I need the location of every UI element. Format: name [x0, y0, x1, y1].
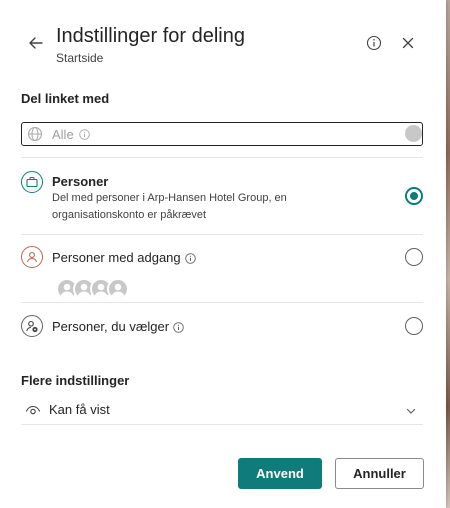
page-subtitle: Startside — [56, 51, 104, 65]
permission-dropdown[interactable]: Kan få vist — [21, 396, 423, 424]
apply-button[interactable]: Anvend — [238, 458, 322, 489]
divider — [21, 157, 423, 158]
divider — [21, 302, 423, 303]
option-alle-label: Alle — [52, 127, 74, 142]
sharing-settings-panel: Indstillinger for deling Startside Del l… — [0, 0, 446, 508]
option-alle[interactable]: Alle — [21, 122, 423, 146]
divider — [21, 234, 423, 235]
option-personer-description: Del med personer i Arp-Hansen Hotel Grou… — [52, 192, 287, 221]
option-personer-du-vaelger-text: Personer, du vælger — [52, 319, 170, 334]
person-icon — [21, 246, 43, 268]
option-personer-med-adgang-text: Personer med adgang — [52, 250, 181, 265]
close-button[interactable] — [401, 36, 415, 50]
person-settings-icon — [21, 315, 43, 337]
close-icon — [402, 37, 414, 49]
permission-value: Kan få vist — [49, 402, 110, 417]
background-page-strip — [446, 0, 450, 508]
option-personer-label: Personer — [52, 174, 109, 189]
option-alle-radio[interactable] — [405, 125, 422, 142]
page-title: Indstillinger for deling — [56, 25, 245, 47]
info-icon — [366, 35, 382, 51]
chevron-down-icon — [406, 408, 416, 414]
option-personer-med-adgang-label: Personer med adgang — [52, 250, 196, 265]
info-icon[interactable] — [184, 253, 196, 264]
info-icon[interactable] — [173, 322, 184, 333]
avatar — [107, 278, 129, 300]
share-section-label: Del linket med — [21, 91, 110, 106]
option-personer[interactable]: Personer Del med personer i Arp-Hansen H… — [21, 170, 423, 228]
globe-icon — [27, 126, 43, 142]
option-personer-du-vaelger[interactable]: Personer, du vælger — [21, 315, 423, 339]
cancel-button[interactable]: Annuller — [335, 458, 424, 489]
info-button[interactable] — [366, 35, 382, 51]
option-personer-med-adgang[interactable]: Personer med adgang — [21, 246, 423, 300]
info-icon[interactable] — [79, 129, 90, 140]
back-button[interactable] — [26, 33, 46, 53]
option-personer-med-adgang-radio[interactable] — [405, 248, 423, 266]
option-personer-radio[interactable] — [405, 187, 423, 205]
more-settings-label: Flere indstillinger — [21, 373, 130, 388]
option-personer-du-vaelger-label: Personer, du vælger — [52, 319, 184, 334]
divider — [21, 424, 423, 425]
option-personer-du-vaelger-radio[interactable] — [405, 317, 423, 335]
arrow-left-icon — [29, 37, 43, 49]
briefcase-icon — [21, 171, 43, 193]
eye-icon — [25, 405, 41, 415]
